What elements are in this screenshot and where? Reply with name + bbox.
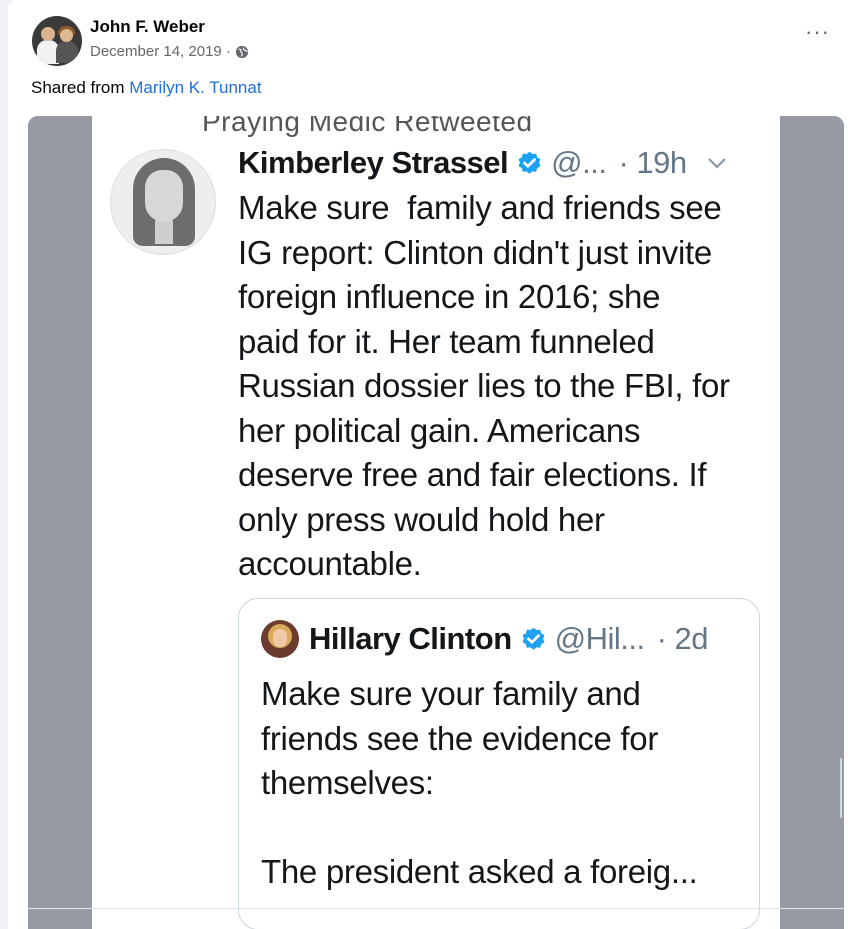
post-header: John F. Weber December 14, 2019 · ··· [8, 0, 848, 80]
quoted-tweet-time: · 2d [656, 621, 709, 656]
tweet-header: Kimberley Strassel @... · 19h [238, 141, 727, 185]
divider [28, 908, 844, 909]
quoted-author-avatar [261, 620, 299, 658]
tweet-time: · 19h [618, 145, 687, 180]
scrollbar-thumb [840, 758, 842, 818]
globe-icon [235, 45, 249, 58]
shared-from-link[interactable]: Marilyn K. Tunnat [129, 78, 261, 97]
tweet-screenshot: Praying Medic Retweeted Kimberley Strass… [92, 116, 842, 929]
shared-from-line: Shared from Marilyn K. Tunnat [31, 78, 262, 98]
more-options-button[interactable]: ··· [805, 21, 830, 43]
quoted-tweet-header: Hillary Clinton @Hil... · 2d [309, 617, 709, 661]
author-name[interactable]: John F. Weber [90, 17, 205, 37]
shared-from-prefix: Shared from [31, 78, 130, 97]
post-image[interactable]: Praying Medic Retweeted Kimberley Strass… [28, 116, 844, 929]
quoted-tweet-text: Make sure your family and friends see th… [261, 675, 698, 890]
verified-badge-icon [522, 627, 545, 650]
retweet-context: Praying Medic Retweeted [202, 116, 533, 137]
tweet-author-avatar [110, 149, 216, 255]
quoted-tweet: Hillary Clinton @Hil... · 2d Make sure y… [238, 598, 760, 929]
post-meta: December 14, 2019 · [90, 43, 249, 60]
tweet-author-handle: @... [551, 145, 607, 180]
quoted-author-name: Hillary Clinton [309, 621, 512, 656]
tweet-author-name: Kimberley Strassel [238, 145, 509, 180]
verified-badge-icon [518, 151, 541, 174]
quoted-author-handle: @Hil... [554, 621, 645, 656]
post-date[interactable]: December 14, 2019 · [90, 43, 231, 60]
author-avatar[interactable] [32, 16, 82, 66]
post-card: John F. Weber December 14, 2019 · ··· Sh… [8, 0, 848, 929]
chevron-down-icon [707, 158, 726, 169]
tweet-text: Make sure family and friends see IG repo… [238, 189, 730, 582]
